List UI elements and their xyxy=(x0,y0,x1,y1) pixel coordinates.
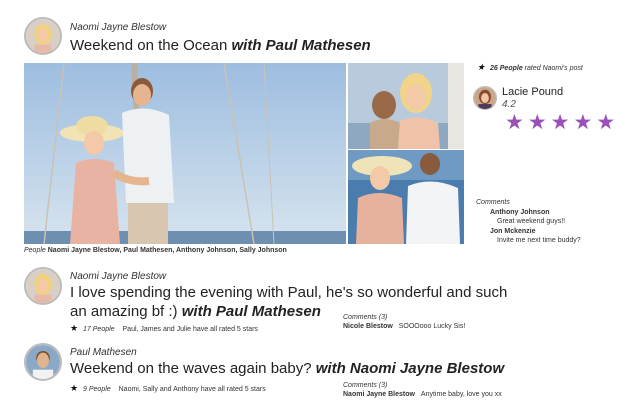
rating-star-icon[interactable]: ★ xyxy=(528,112,547,133)
rating-star-icon[interactable]: ★ xyxy=(505,112,524,133)
rated-text: Paul, James and Julie have all rated 5 s… xyxy=(122,326,258,333)
comment-author[interactable]: Anthony Johnson xyxy=(490,209,550,216)
comments-label[interactable]: Comments xyxy=(476,199,510,206)
post-text-line2: an amazing bf :) xyxy=(70,303,178,320)
comment: Nicole Blestow SOOOooo Lucky Sis! xyxy=(343,323,465,330)
rating-summary: ★ 26 People rated Naomi's post xyxy=(477,62,583,73)
comment-author[interactable]: Jon Mckenzie xyxy=(490,228,536,235)
post-tag[interactable]: with Paul Mathesen xyxy=(232,37,371,54)
comment-text: SOOOooo Lucky Sis! xyxy=(398,323,466,330)
post-title: Weekend on the Ocean with Paul Mathesen xyxy=(70,36,371,55)
rated-text: rated Naomi's post xyxy=(524,65,583,72)
star-icon: ★ xyxy=(70,383,79,393)
rated-count[interactable]: 9 People xyxy=(83,386,111,393)
avatar-naomi[interactable] xyxy=(24,267,62,305)
post-text-line1: I love spending the evening with Paul, h… xyxy=(70,284,508,301)
rating-star-icon[interactable]: ★ xyxy=(573,112,592,133)
rating-summary: ★ 9 People Naomi, Sally and Anthony have… xyxy=(70,383,266,394)
rating-star-icon[interactable]: ★ xyxy=(596,112,615,133)
rating-summary: ★ 17 People Paul, James and Julie have a… xyxy=(70,323,258,334)
sailboat-couple-image xyxy=(24,63,346,244)
star-icon: ★ xyxy=(477,62,486,72)
couple-toast-image xyxy=(348,63,464,149)
comment: Naomi Jayne Blestow Anytime baby, love y… xyxy=(343,391,502,398)
post-tag[interactable]: with Paul Mathesen xyxy=(182,303,321,320)
post-title: Weekend on the waves again baby? with Na… xyxy=(70,359,504,378)
post-body: I love spending the evening with Paul, h… xyxy=(70,283,510,321)
post-photo-2[interactable] xyxy=(348,63,464,149)
comments-label[interactable]: Comments (3) xyxy=(343,382,387,389)
rated-count[interactable]: 17 People xyxy=(83,326,115,333)
rating-stars[interactable]: ★ ★ ★ ★ ★ xyxy=(505,112,615,133)
post-text: Weekend on the Ocean xyxy=(70,37,228,54)
comment-text: Anytime baby, love you xx xyxy=(420,391,502,398)
comment-author[interactable]: Nicole Blestow xyxy=(343,323,393,330)
couple-deck-image xyxy=(348,150,464,244)
people-list[interactable]: Naomi Jayne Blestow, Paul Mathesen, Anth… xyxy=(48,247,287,254)
rater-name[interactable]: Lacie Pound xyxy=(502,86,563,98)
avatar-naomi-image xyxy=(26,269,60,303)
comments-label[interactable]: Comments (3) xyxy=(343,314,387,321)
avatar-naomi[interactable] xyxy=(24,17,62,55)
comment-text: Great weekend guys!! xyxy=(497,218,566,225)
rated-count[interactable]: 26 People xyxy=(490,65,523,72)
post-text: Weekend on the waves again baby? xyxy=(70,360,312,377)
comment-author[interactable]: Naomi Jayne Blestow xyxy=(343,391,415,398)
post-author[interactable]: Paul Mathesen xyxy=(70,347,137,358)
avatar-lacie-image xyxy=(474,87,496,109)
avatar-lacie[interactable] xyxy=(473,86,497,110)
avatar-paul[interactable] xyxy=(24,343,62,381)
avatar-naomi-image xyxy=(26,19,60,53)
post-photo-3[interactable] xyxy=(348,150,464,244)
rater-score: 4.2 xyxy=(502,99,516,110)
post-author[interactable]: Naomi Jayne Blestow xyxy=(70,22,166,33)
post-author[interactable]: Naomi Jayne Blestow xyxy=(70,271,166,282)
post-text-line2-wrap: an amazing bf :) with Paul Mathesen xyxy=(70,302,510,321)
comment-text: Invite me next time buddy? xyxy=(497,237,581,244)
rating-star-icon[interactable]: ★ xyxy=(551,112,570,133)
post-tag[interactable]: with Naomi Jayne Blestow xyxy=(316,360,504,377)
people-label: People xyxy=(24,247,46,254)
people-tagged: People Naomi Jayne Blestow, Paul Mathese… xyxy=(24,247,287,254)
post-photo-main[interactable] xyxy=(24,63,346,244)
rated-text: Naomi, Sally and Anthony have all rated … xyxy=(118,386,266,393)
star-icon: ★ xyxy=(70,323,79,333)
avatar-paul-image xyxy=(26,345,60,379)
